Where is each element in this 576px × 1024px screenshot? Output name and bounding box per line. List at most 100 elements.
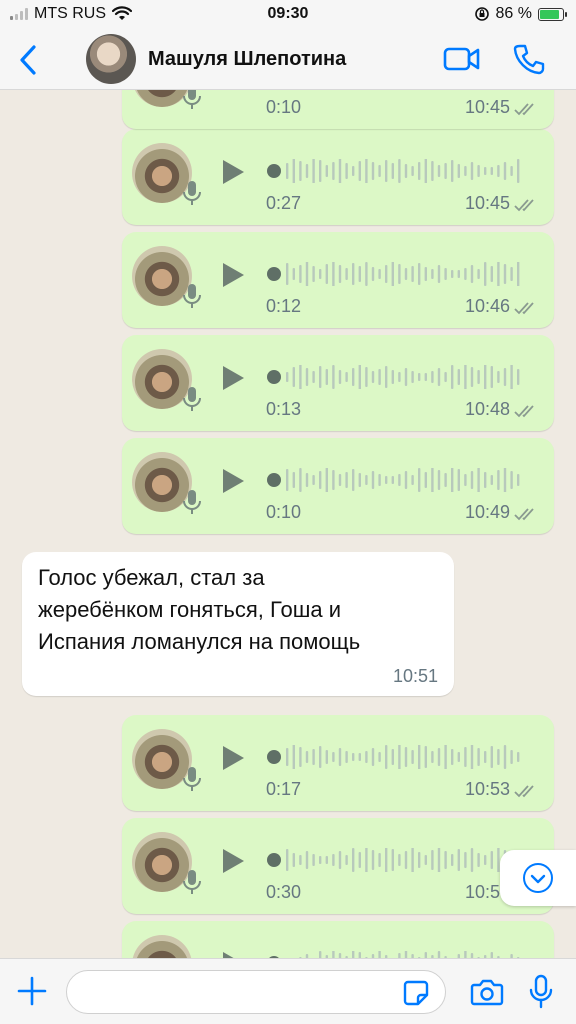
voice-record-button[interactable] [528, 973, 554, 1011]
waveform-bar [292, 367, 295, 387]
contact-name[interactable]: Машуля Шлепотина [148, 48, 346, 71]
double-check-icon [514, 103, 534, 116]
video-call-button[interactable] [443, 44, 481, 74]
play-button[interactable] [220, 949, 246, 958]
camera-button[interactable] [470, 977, 504, 1007]
battery-icon [538, 7, 567, 21]
waveform-bar [497, 165, 500, 177]
outgoing-voice-message[interactable] [122, 921, 554, 958]
waveform-bar [345, 163, 348, 179]
voice-waveform[interactable] [266, 159, 530, 183]
double-check-icon [514, 302, 534, 315]
play-button[interactable] [220, 157, 246, 187]
waveform-bar [490, 851, 493, 869]
chat-messages[interactable]: 0:30 10:55 0:17 10:53 0:10 10:49 0:13 10:48 0:12… [0, 90, 576, 958]
waveform-bar [510, 166, 513, 176]
contact-avatar[interactable] [86, 34, 136, 84]
waveform-bar [286, 163, 289, 179]
waveform-bar [371, 748, 375, 766]
waveform-bar [332, 470, 335, 490]
battery-percent: 86 % [495, 5, 532, 22]
waveform-bar [299, 265, 302, 283]
voice-duration: 0:10 [266, 502, 302, 522]
outgoing-voice-message[interactable]: 0:27 10:45 [122, 129, 554, 225]
waveform-bar [385, 745, 388, 769]
play-button[interactable] [220, 363, 246, 393]
voice-waveform[interactable] [266, 848, 530, 872]
waveform-bar [444, 851, 447, 869]
incoming-text-message[interactable]: Голос убежал, стал за жеребёнком гонятьс… [22, 552, 454, 696]
waveform-bar [292, 472, 295, 488]
waveform-bar [477, 165, 480, 177]
waveform-bar [437, 368, 441, 386]
waveform-bar [299, 855, 302, 865]
waveform-bar [385, 848, 388, 872]
play-button[interactable] [220, 260, 246, 290]
waveform-bar [503, 368, 507, 386]
microphone-icon [183, 387, 201, 411]
waveform-bar [325, 264, 328, 284]
playback-scrubber [267, 164, 281, 178]
voice-waveform[interactable] [266, 468, 530, 492]
waveform-bar [411, 266, 414, 282]
waveform-bar [404, 268, 408, 280]
waveform-bar [470, 367, 474, 387]
waveform-bar [444, 473, 447, 487]
voice-waveform[interactable] [266, 745, 530, 769]
waveform-bar [319, 160, 322, 182]
waveform-bar [470, 848, 474, 872]
waveform-bar [358, 161, 361, 181]
play-icon [223, 263, 244, 287]
waveform-bar [451, 365, 454, 389]
waveform-bar [517, 474, 520, 486]
waveform-bar [352, 368, 355, 386]
microphone-icon [183, 90, 201, 109]
play-button[interactable] [220, 90, 246, 91]
waveform-bar [424, 855, 427, 865]
waveform-bar [411, 750, 414, 764]
waveform-bar [286, 849, 289, 871]
waveform-bar [444, 163, 447, 179]
play-button[interactable] [220, 743, 246, 773]
play-icon [223, 160, 244, 184]
outgoing-voice-message[interactable]: 0:17 10:53 [122, 715, 554, 811]
outgoing-voice-message[interactable]: 0:12 10:46 [122, 232, 554, 328]
waveform-bar [484, 365, 487, 389]
waveform-bar [352, 951, 355, 958]
waveform-bar [352, 469, 355, 491]
outgoing-voice-message[interactable]: 0:10 10:45 [122, 90, 554, 129]
play-button[interactable] [220, 466, 246, 496]
play-button[interactable] [220, 846, 246, 876]
waveform-bar [358, 266, 361, 282]
voice-waveform[interactable] [266, 262, 530, 286]
waveform-bar [286, 263, 289, 285]
waveform-bar [371, 850, 375, 870]
outgoing-voice-message[interactable]: 0:30 10:55 [122, 818, 554, 914]
voice-waveform[interactable] [266, 365, 530, 389]
waveform-bar [457, 369, 460, 385]
waveform-bar [470, 471, 474, 489]
waveform-bar [431, 269, 434, 279]
waveform-bar [352, 166, 355, 176]
message-input[interactable] [66, 970, 446, 1014]
play-icon [220, 90, 246, 91]
sticker-button[interactable] [402, 979, 430, 1007]
waveform-bar [444, 372, 447, 382]
voice-waveform[interactable] [266, 951, 530, 958]
scroll-to-bottom-button[interactable] [500, 850, 576, 906]
waveform-bar [457, 164, 460, 178]
waveform-bar [517, 752, 520, 762]
waveform-bar [345, 372, 348, 382]
back-button[interactable] [14, 42, 44, 78]
waveform-bar [312, 749, 315, 765]
waveform-bar [517, 159, 520, 183]
waveform-bar [312, 475, 315, 485]
outgoing-voice-message[interactable]: 0:13 10:48 [122, 335, 554, 431]
outgoing-voice-message[interactable]: 0:10 10:49 [122, 438, 554, 534]
waveform-bar [503, 468, 507, 492]
playback-scrubber [267, 473, 281, 487]
phone-icon [513, 44, 545, 75]
attach-button[interactable] [16, 975, 48, 1007]
voice-call-button[interactable] [512, 42, 546, 76]
waveform-bar [424, 267, 427, 281]
